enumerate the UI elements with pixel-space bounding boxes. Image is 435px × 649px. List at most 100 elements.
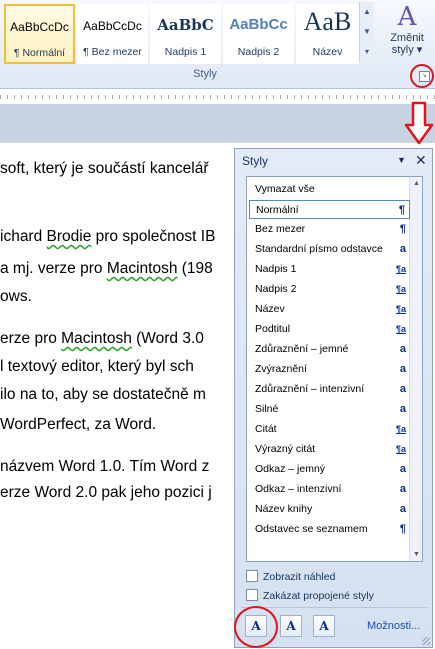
style-name: Citát (255, 423, 277, 435)
gallery-up-icon[interactable]: ▲ (360, 2, 374, 22)
style-list-item[interactable]: Odkaz – intenzivní a (249, 480, 410, 499)
style-name: Nadpis 2 (255, 283, 297, 295)
change-styles-button[interactable]: A Změnit styly ▾ (379, 2, 435, 68)
document-line: ichard Brodie pro společnost IB (0, 228, 215, 246)
quick-style-label: ¶ Normální (13, 47, 66, 59)
change-styles-label-2: styly ▾ (391, 44, 423, 56)
style-list-item[interactable]: Zvýraznění a (249, 360, 410, 379)
document-text: pro společnost IB (91, 228, 216, 245)
quick-style-tile[interactable]: AaBbCcDc ¶ Bez mezer (77, 4, 148, 64)
quick-style-tile[interactable]: AaBbCc Nadpis 2 (223, 4, 294, 64)
style-list-item[interactable]: Výrazný citát ¶a (249, 440, 410, 459)
styles-list: ▲ ▼ Vymazat vše Normální ¶ Bez mezer ¶ Standa… (246, 176, 423, 562)
quick-styles-gallery: AaBbCcDc ¶ Normální AaBbCcDc ¶ Bez mezer AaB… (0, 2, 378, 66)
style-list-item[interactable]: Odstavec se seznamem ¶ (249, 520, 410, 539)
document-text: ows. (0, 288, 32, 305)
quick-style-tile[interactable]: AaBbCcDc ¶ Normální (4, 4, 75, 64)
style-list-item[interactable]: Citát ¶a (249, 420, 410, 439)
style-name: Normální (256, 204, 299, 216)
style-type-icon: ¶a (395, 264, 406, 274)
style-list-item[interactable]: Bez mezer ¶ (249, 220, 410, 239)
document-text: a mj. verze pro (0, 260, 107, 277)
style-list-item[interactable]: Vymazat vše (249, 180, 410, 199)
quick-style-label: ¶ Bez mezer (83, 46, 142, 58)
horizontal-ruler[interactable] (0, 90, 435, 105)
style-list-item[interactable]: Odkaz – jemný a (249, 460, 410, 479)
style-type-icon: ¶a (395, 424, 406, 434)
styles-group-label: Styly (193, 68, 217, 80)
document-text: ichard (0, 228, 47, 245)
quick-style-tile[interactable]: AaB Název (296, 4, 359, 64)
style-inspector-button[interactable]: A (280, 615, 302, 637)
quick-style-sample: AaBbCcDc (83, 19, 142, 33)
close-icon[interactable]: ✕ (415, 152, 427, 169)
style-list-item[interactable]: Standardní písmo odstavce a (249, 240, 410, 259)
style-list-item[interactable]: Zdůraznění – intenzivní a (249, 380, 410, 399)
quick-style-label: Nadpis 1 (164, 46, 207, 58)
disable-linked-checkbox[interactable] (246, 589, 258, 601)
show-preview-row[interactable]: Zobrazit náhled (246, 570, 335, 583)
disable-linked-row[interactable]: Zakázat propojené styly (246, 589, 374, 602)
style-type-icon: ¶ (398, 204, 405, 216)
manage-styles-button[interactable]: A (313, 615, 335, 637)
style-list-item[interactable]: Název knihy a (249, 500, 410, 519)
style-type-icon: a (399, 483, 406, 495)
style-name: Podtitul (255, 323, 291, 335)
quick-style-sample: AaBbCcDc (10, 20, 69, 34)
document-line: l textový editor, který byl sch (0, 358, 194, 376)
scroll-up-icon[interactable]: ▲ (410, 177, 422, 190)
style-name: Výrazný citát (255, 443, 316, 455)
style-name: Odkaz – jemný (255, 463, 326, 475)
ribbon: AaBbCcDc ¶ Normální AaBbCcDc ¶ Bez mezer AaB… (0, 0, 435, 89)
style-list-item[interactable]: Nadpis 2 ¶a (249, 280, 410, 299)
style-name: Zvýraznění (255, 363, 307, 375)
quick-style-sample: AaBbCc (229, 16, 288, 33)
style-list-item[interactable]: Název ¶a (249, 300, 410, 319)
gallery-more-icon[interactable]: ▾ (360, 42, 374, 62)
document-line: soft, který je součástí kancelář (0, 160, 208, 178)
gallery-down-icon[interactable]: ▼ (360, 22, 374, 42)
document-line: ilo na to, aby se dostatečně m (0, 386, 206, 404)
style-list-item[interactable]: Podtitul ¶a (249, 320, 410, 339)
style-list-item[interactable]: Zdůraznění – jemné a (249, 340, 410, 359)
style-name: Standardní písmo odstavce (255, 243, 383, 255)
style-type-icon: a (399, 403, 406, 415)
style-type-icon: a (399, 503, 406, 515)
show-preview-label: Zobrazit náhled (263, 571, 336, 583)
pane-separator (241, 607, 427, 608)
document-line: erze pro Macintosh (Word 3.0 (0, 330, 204, 348)
style-list-item[interactable]: Nadpis 1 ¶a (249, 260, 410, 279)
style-name: Bez mezer (255, 223, 306, 235)
pane-title: Styly (242, 154, 269, 168)
style-name: Název knihy (255, 503, 313, 515)
change-styles-icon: A (397, 2, 417, 32)
style-list-item[interactable]: Silné a (249, 400, 410, 419)
styles-pane: Styly ▼ ✕ ▲ ▼ Vymazat vše Normální ¶ Bez me… (234, 148, 433, 648)
show-preview-checkbox[interactable] (246, 570, 258, 582)
style-type-icon: a (399, 363, 406, 375)
pane-menu-icon[interactable]: ▼ (397, 155, 406, 165)
scroll-down-icon[interactable]: ▼ (410, 548, 422, 561)
disable-linked-label: Zakázat propojené styly (263, 590, 374, 602)
misspelled-word: Brodie (46, 228, 92, 245)
page-gap (0, 105, 435, 143)
style-type-icon: ¶a (395, 284, 406, 294)
document-line: názvem Word 1.0. Tím Word z (0, 458, 209, 476)
style-type-icon: ¶a (395, 324, 406, 334)
options-link[interactable]: Možnosti... (367, 620, 420, 632)
quick-style-tile[interactable]: AaBbC Nadpis 1 (150, 4, 221, 64)
style-type-icon: a (399, 383, 406, 395)
gallery-scroll[interactable]: ▲ ▼ ▾ (359, 2, 374, 62)
document-text: l textový editor, který byl sch (0, 358, 194, 375)
misspelled-word: Macintosh (61, 330, 132, 347)
resize-grip-icon[interactable] (422, 637, 430, 645)
document-text: erze pro (0, 330, 62, 347)
style-name: Silné (255, 403, 279, 415)
style-type-icon: ¶a (395, 444, 406, 454)
document-text: erze Word 2.0 pak jeho pozici j (0, 484, 212, 501)
quick-style-sample: AaBbC (157, 16, 214, 34)
style-list-item[interactable]: Normální ¶ (249, 200, 410, 219)
misspelled-word: Macintosh (106, 260, 178, 277)
document-line: WordPerfect, za Word. (0, 416, 156, 434)
styles-list-scrollbar[interactable]: ▲ ▼ (409, 177, 422, 561)
